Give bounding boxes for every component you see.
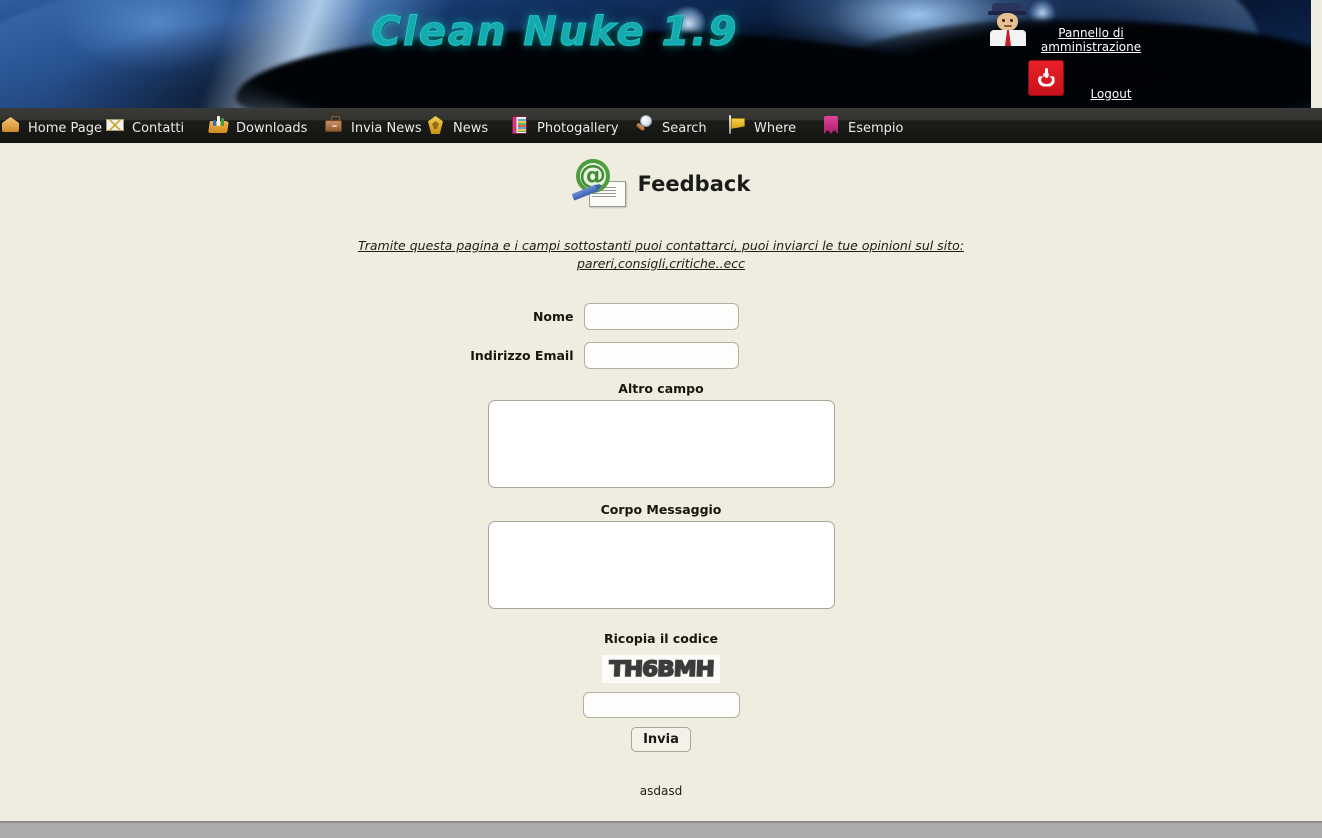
- nav-item-invia-news[interactable]: Invia News: [323, 108, 425, 143]
- nav-label: Esempio: [848, 121, 904, 136]
- flag-icon: [726, 114, 748, 136]
- magnifier-icon: [634, 114, 656, 136]
- field-block-corpo: Corpo Messaggio: [487, 502, 835, 609]
- altro-campo-textarea[interactable]: [487, 400, 835, 488]
- captcha-block: Ricopia il codice TH6BMH Invia: [488, 631, 835, 752]
- logout-power-button[interactable]: [1028, 60, 1064, 96]
- nav-label: Downloads: [236, 121, 308, 136]
- feedback-form: Nome Indirizzo Email Altro campo Corpo M…: [0, 303, 1322, 798]
- nome-input[interactable]: [583, 303, 739, 330]
- nav-item-esempio[interactable]: Esempio: [820, 108, 920, 143]
- browser-bottom-bar[interactable]: [0, 823, 1322, 838]
- main-navigation: Home Page Contatti Downloads Invia News …: [0, 108, 1322, 143]
- site-banner: Clean Nuke 1.9 Pannello di amministrazio…: [0, 0, 1311, 108]
- briefcase-icon: [323, 114, 345, 136]
- page-header: Feedback: [0, 159, 1322, 209]
- mail-icon: [104, 114, 126, 136]
- email-label: Indirizzo Email: [470, 348, 574, 363]
- nav-item-photogallery[interactable]: Photogallery: [509, 108, 634, 143]
- nav-item-downloads[interactable]: Downloads: [208, 108, 323, 143]
- photo-book-icon: [509, 114, 531, 136]
- nav-label: Contatti: [132, 121, 185, 136]
- corpo-messaggio-textarea[interactable]: [487, 521, 835, 609]
- intro-text: Tramite questa pagina e i campi sottosta…: [358, 238, 964, 271]
- nav-label: Search: [662, 121, 707, 136]
- captcha-code-text: TH6BMH: [607, 656, 714, 682]
- nav-label: Invia News: [351, 121, 422, 136]
- field-row-email: Indirizzo Email: [0, 342, 1322, 369]
- field-block-altro: Altro campo: [487, 381, 835, 488]
- field-row-nome: Nome: [0, 303, 1322, 330]
- bookmark-icon: [820, 114, 842, 136]
- nav-item-contatti[interactable]: Contatti: [104, 108, 208, 143]
- nav-item-where[interactable]: Where: [726, 108, 820, 143]
- nav-label: Photogallery: [537, 121, 619, 136]
- page-title: Feedback: [637, 172, 751, 196]
- footer-note: asdasd: [639, 784, 683, 798]
- nav-item-news[interactable]: News: [425, 108, 509, 143]
- admin-character-icon: [986, 2, 1032, 46]
- captcha-input[interactable]: [582, 692, 740, 718]
- nav-label: News: [453, 121, 489, 136]
- submit-button[interactable]: Invia: [631, 727, 691, 752]
- logout-link[interactable]: Logout: [1071, 87, 1151, 101]
- downloads-folder-icon: [208, 114, 230, 136]
- nav-item-home-page[interactable]: Home Page: [0, 108, 104, 143]
- altro-campo-label: Altro campo: [618, 381, 704, 396]
- email-input[interactable]: [583, 342, 739, 369]
- nav-item-search[interactable]: Search: [634, 108, 726, 143]
- captcha-image: TH6BMH: [602, 655, 720, 683]
- at-envelope-icon: [571, 159, 628, 209]
- news-badge-icon: [425, 114, 447, 136]
- corpo-messaggio-label: Corpo Messaggio: [600, 502, 722, 517]
- nome-label: Nome: [532, 309, 574, 324]
- captcha-label: Ricopia il codice: [604, 631, 718, 646]
- admin-panel-link[interactable]: Pannello di amministrazione: [1028, 26, 1154, 54]
- home-icon: [0, 114, 22, 136]
- browser-page: Clean Nuke 1.9 Pannello di amministrazio…: [0, 0, 1322, 838]
- nav-label: Where: [754, 121, 797, 136]
- nav-label: Home Page: [28, 121, 102, 136]
- power-icon: [1038, 67, 1055, 87]
- page-content: Feedback Tramite questa pagina e i campi…: [0, 143, 1322, 821]
- site-logo: Clean Nuke 1.9: [371, 9, 739, 56]
